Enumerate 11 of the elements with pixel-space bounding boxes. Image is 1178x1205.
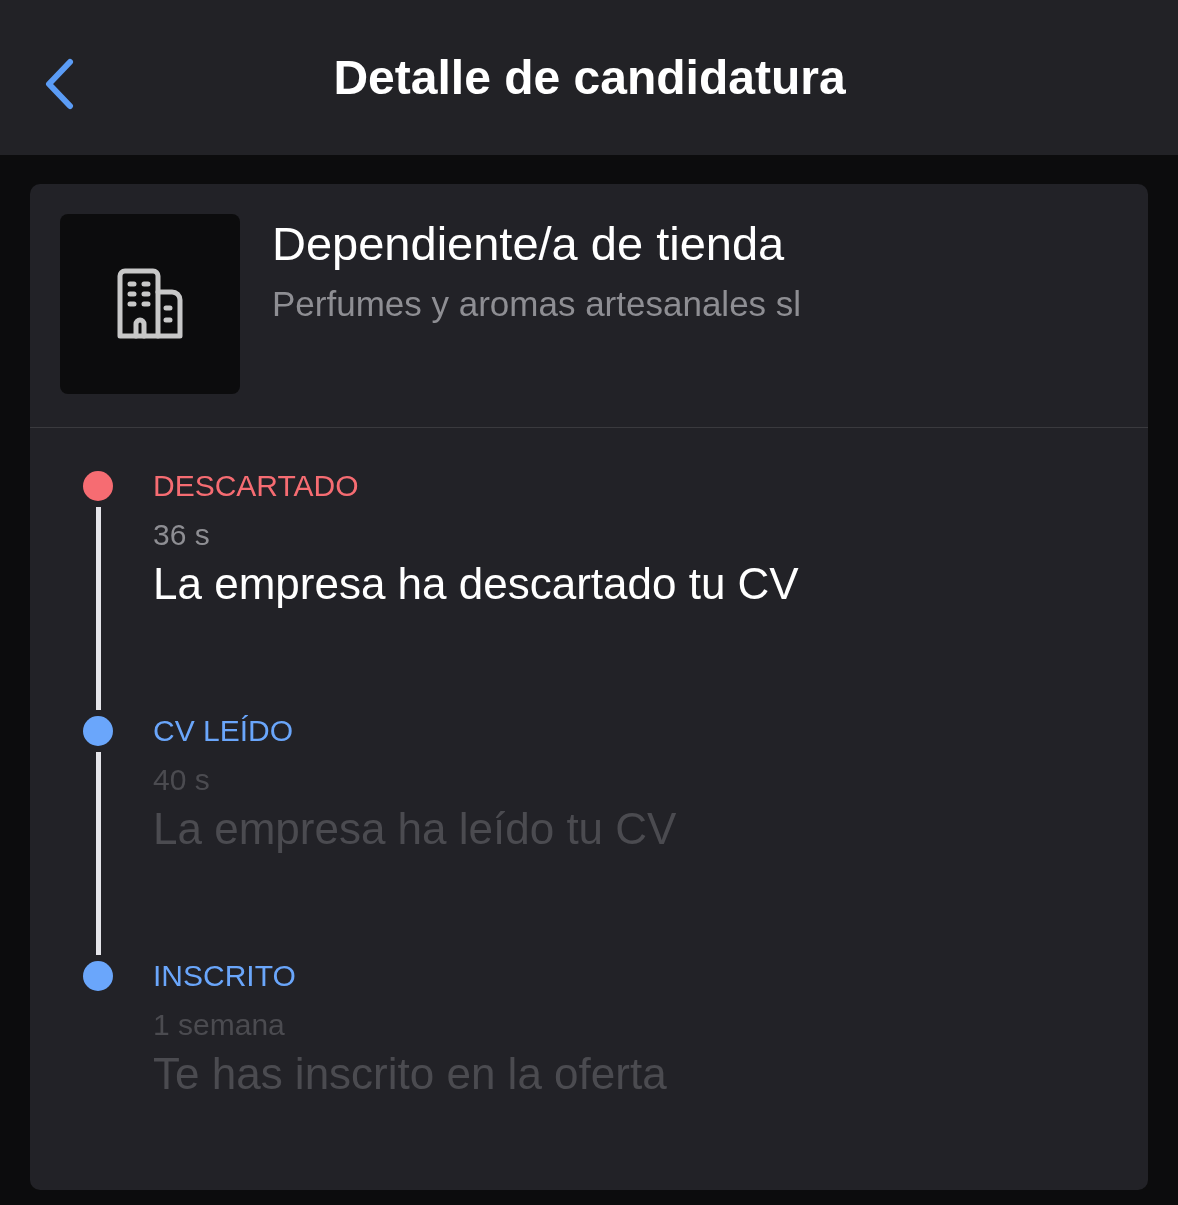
job-title: Dependiente/a de tienda <box>272 216 785 272</box>
time-ago: 36 s <box>153 517 210 553</box>
back-button[interactable] <box>44 58 74 110</box>
status-label: DESCARTADO <box>153 471 359 501</box>
status-label: CV LEÍDO <box>153 716 294 746</box>
status-label: INSCRITO <box>153 961 296 991</box>
screen-title: Detalle de candidatura <box>332 50 846 105</box>
company-name: Perfumes y aromas artesanales sl <box>272 283 802 325</box>
building-icon <box>116 268 184 340</box>
event-description: La empresa ha descartado tu CV <box>153 558 799 610</box>
back-icon <box>44 58 74 110</box>
